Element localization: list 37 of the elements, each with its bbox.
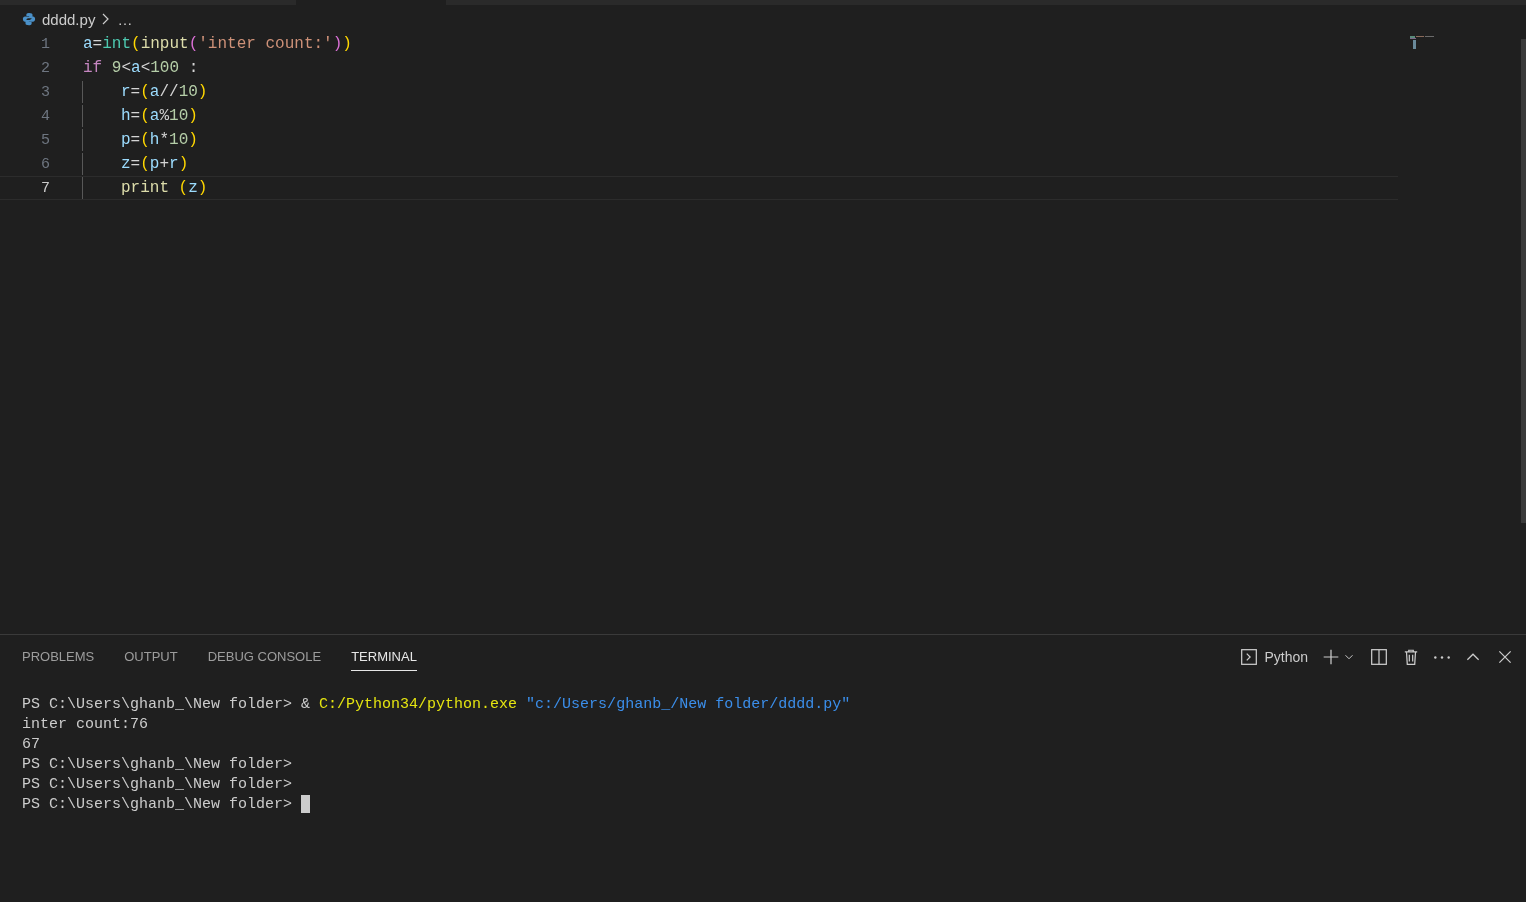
terminal-line: PS C:\Users\ghanb_\New folder> [22, 795, 294, 813]
terminal-line: inter count:76 [22, 715, 149, 733]
code-line: a=int(input('inter count:')) [83, 35, 352, 53]
panel-tab[interactable]: TERMINAL [351, 643, 417, 671]
minimap-drawing [1410, 35, 1436, 49]
split-terminal-button[interactable] [1368, 646, 1390, 668]
line-number: 7 [40, 179, 51, 197]
code-line: p=(h*10) [121, 131, 198, 149]
line-number: 3 [40, 83, 51, 101]
close-icon [1496, 648, 1514, 666]
terminal-profile-button[interactable]: Python [1238, 646, 1310, 668]
plus-icon [1322, 648, 1340, 666]
terminal-line: PS C:\Users\ghanb_\New folder> [22, 775, 293, 793]
line-number: 6 [40, 155, 51, 173]
terminal-line: PS C:\Users\ghanb_\New folder> & C:/Python34/python.exe "c:/Users/ghanb_/New folder/dddd.py" [22, 695, 851, 713]
panel-tab[interactable]: PROBLEMS [22, 643, 95, 671]
trash-icon [1402, 648, 1420, 666]
code-line: z=(p+r) [121, 155, 189, 173]
panel-tab[interactable]: DEBUG CONSOLE [207, 643, 322, 671]
line-number: 5 [40, 131, 51, 149]
python-file-icon [22, 12, 36, 26]
line-number: 2 [40, 59, 51, 77]
code-line: if 9<a<100 : [83, 59, 199, 77]
code-line: print (z) [121, 179, 208, 197]
code-line: r=(a//10) [121, 83, 208, 101]
more-icon [1434, 655, 1450, 659]
code-line: h=(a%10) [121, 107, 198, 125]
line-number: 1 [40, 35, 51, 53]
breadcrumb-more[interactable]: … [117, 10, 133, 28]
panel-tab[interactable]: OUTPUT [124, 643, 178, 671]
line-number: 4 [40, 107, 51, 125]
breadcrumb-file[interactable]: dddd.py [42, 10, 96, 28]
terminal-icon [1240, 648, 1259, 666]
more-actions-button[interactable] [1432, 653, 1452, 661]
terminal-line: 67 [22, 735, 40, 753]
terminal-line: PS C:\Users\ghanb_\New folder> [22, 755, 293, 773]
split-icon [1370, 648, 1388, 666]
